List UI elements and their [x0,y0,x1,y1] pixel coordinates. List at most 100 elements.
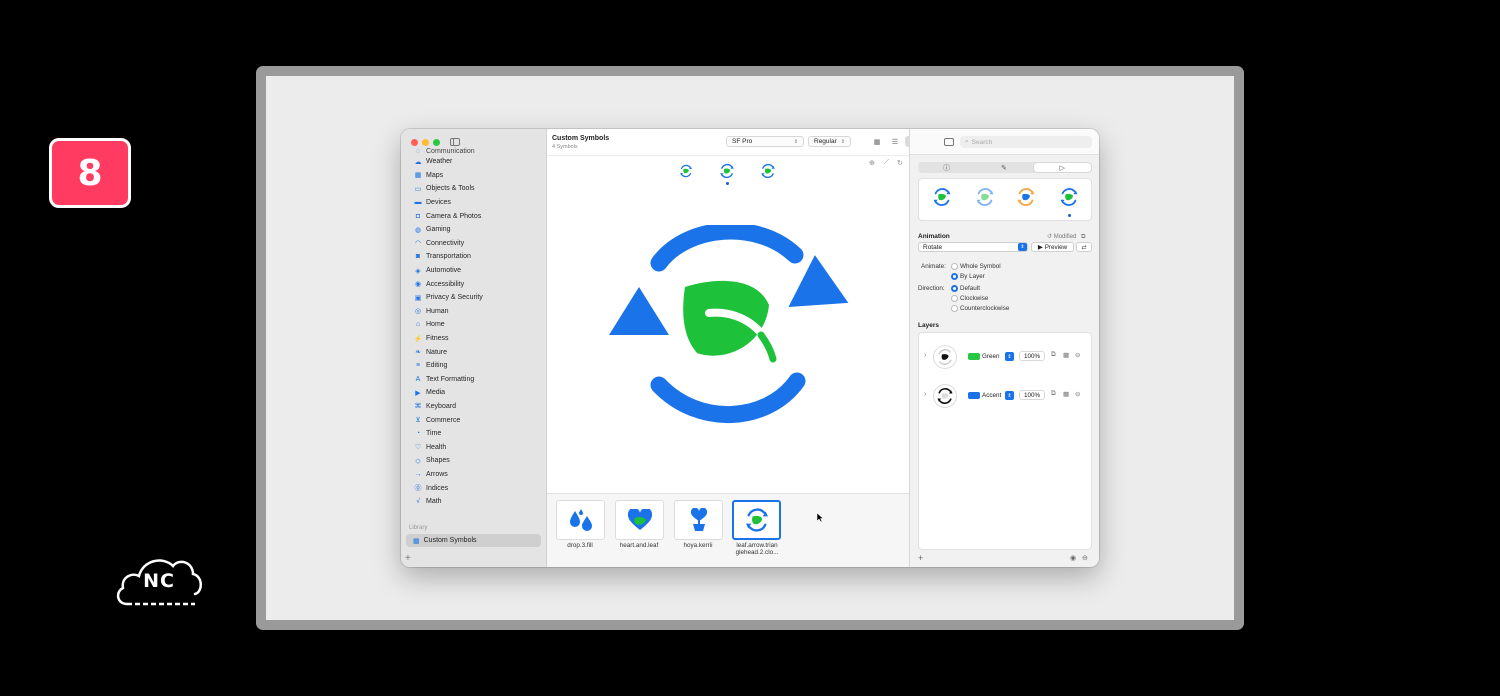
duplicate-icon[interactable]: ⧉ [1051,390,1056,398]
sidebar-item-text-formatting[interactable]: A Text Formatting [401,373,547,387]
top-arc [650,225,804,272]
sidebar-item-math[interactable]: √ Math [401,495,547,509]
radio-default[interactable] [951,285,958,292]
sidebar-item-editing[interactable]: ≡ Editing [401,359,547,373]
sidebar-item-human[interactable]: ◎ Human [401,305,547,319]
step-badge: 8 [49,138,131,208]
sidebar-item-weather[interactable]: ☁ Weather [401,155,547,169]
search-field[interactable]: ⌕ Search [960,136,1092,148]
preview-button[interactable]: ▶ Preview [1031,242,1074,252]
modified-label[interactable]: ↺ Modified ⧉ [1047,233,1085,241]
sidebar-item-keyboard[interactable]: ⌘ Keyboard [401,400,547,414]
sidebar-item-camera-photos[interactable]: ◘ Camera & Photos [401,209,547,223]
symbol-count: 4 Symbols [552,144,578,150]
preview-multicolor-symbol[interactable] [1059,187,1079,207]
radio-by-layer[interactable] [951,273,958,280]
font-select[interactable]: SF Pro ⇕ [726,136,804,147]
layer-mode-icon[interactable]: ▩ [1063,351,1069,359]
inspector-toggle-icon[interactable] [944,138,954,146]
remove-icon[interactable]: ⊖ [1075,390,1080,398]
zoom-window-button[interactable] [433,139,440,146]
tile-leaf-arrow[interactable] [732,500,781,540]
sidebar-item-accessibility[interactable]: ◉ Accessibility [401,277,547,291]
sidebar-item-time[interactable]: ◔ Time [401,427,547,441]
radio-whole-symbol[interactable] [951,263,958,270]
radio-clockwise[interactable] [951,295,958,302]
remove-icon[interactable]: ⊖ [1075,351,1080,359]
layer-opacity-field[interactable]: 100% [1019,390,1045,400]
layer-color-swatch[interactable] [968,353,980,360]
sidebar-item-objects-tools[interactable]: ▭ Objects & Tools [401,182,547,196]
sidebar-item-communication[interactable]: ◌ Communication [401,147,547,155]
tile-label-leaf-arrow-text: leaf.arrow.trian glehead.2.clo... [735,542,779,556]
preview-monochrome-symbol[interactable] [932,187,952,207]
sidebar-item-indices[interactable]: ⓪ Indices [401,481,547,495]
layer-color-swatch[interactable] [968,392,980,399]
tab-info[interactable]: ⓘ [918,162,975,173]
layer-row-accent[interactable]: › Accent ⇕ 100% ⧉ ▩ ⊖ [919,381,1093,411]
close-window-button[interactable] [411,139,418,146]
crosshair-icon[interactable]: ⊕ [869,159,875,167]
sidebar-item-devices[interactable]: ▬ Devices [401,196,547,210]
animation-select[interactable]: Rotate ⇕ [918,242,1028,252]
sidebar-item-health[interactable]: ♡ Health [401,440,547,454]
sidebar-item-connectivity[interactable]: ◠ Connectivity [401,237,547,251]
variant-large-symbol[interactable] [760,163,776,179]
preview-palette-symbol[interactable] [1016,187,1036,207]
repeat-button[interactable]: ⇄ [1076,242,1092,252]
mouse-cursor [817,513,823,522]
remove-layer-icon[interactable]: ⊖ [1082,554,1088,562]
tile-label-drop: drop.3.fill [567,542,593,549]
layer-mode-icon[interactable]: ▩ [1063,390,1069,398]
direction-label: Direction: [918,285,945,292]
sidebar-item-commerce[interactable]: ⊻ Commerce [401,413,547,427]
nc-logo-text: NC [143,570,175,592]
preview-selection-dot [1068,214,1071,217]
sidebar-item-maps[interactable]: ▦ Maps [401,169,547,183]
sidebar-item-media[interactable]: ▶ Media [401,386,547,400]
chevron-updown-icon[interactable]: ⇕ [1005,352,1014,361]
tab-rendering[interactable]: ✎ [975,162,1032,173]
sidebar-item-privacy-security[interactable]: ▣ Privacy & Security [401,291,547,305]
sidebar-item-fitness[interactable]: ⚡ Fitness [401,332,547,346]
list-view-button[interactable]: ☰ [887,136,903,147]
grid-icon: ▦ [413,537,420,545]
sidebar-item-home[interactable]: ⌂ Home [401,318,547,332]
layer-opacity-field[interactable]: 100% [1019,351,1045,361]
add-icon[interactable]: + [405,553,411,564]
sidebar-item-custom-symbols[interactable]: ▦ Custom Symbols [406,534,541,547]
sidebar-item-gaming[interactable]: ◍ Gaming [401,223,547,237]
layer-thumbnail [933,384,957,408]
heart-icon: ♡ [414,444,422,452]
sidebar-item-arrows[interactable]: → Arrows [401,468,547,482]
sidebar-item-automotive[interactable]: ◈ Automotive [401,264,547,278]
chevron-updown-icon[interactable]: ⇕ [1005,391,1014,400]
variant-medium-symbol[interactable] [719,163,735,179]
sidebar-item-transportation[interactable]: ◙ Transportation [401,250,547,264]
symbol-preview-large [609,225,849,423]
leaf-icon: ❧ [415,349,421,357]
eyedropper-icon[interactable]: ⟋ [884,159,889,167]
variant-small-symbol[interactable] [679,164,693,178]
grid-view-button[interactable]: ▦ [869,136,885,147]
chevron-right-icon[interactable]: › [924,391,926,398]
sidebar-item-nature[interactable]: ❧ Nature [401,345,547,359]
add-layer-icon[interactable]: + [918,553,923,563]
radio-counterclockwise[interactable] [951,305,958,312]
tile-drop-3-fill[interactable] [556,500,605,540]
tile-heart-and-leaf[interactable] [615,500,664,540]
stack-icon[interactable]: ◉ [1070,554,1076,562]
tile-hoya-kerrii[interactable] [674,500,723,540]
rotate-icon[interactable]: ↻ [897,159,903,167]
preview-hierarchical-symbol[interactable] [975,187,995,207]
sidebar-item-shapes[interactable]: ◇ Shapes [401,454,547,468]
tab-animation[interactable]: ▷ [1033,163,1091,172]
textformat-icon: A [415,375,421,383]
weight-select[interactable]: Regular ⇕ [808,136,851,147]
layer-row-green[interactable]: › Green ⇕ 100% ⧉ ▩ ⊖ [919,342,1093,372]
sidebar-toggle-icon[interactable] [450,138,460,146]
chevron-right-icon[interactable]: › [924,352,926,359]
duplicate-icon[interactable]: ⧉ [1051,351,1056,359]
leaf-shape [683,280,769,356]
minimize-window-button[interactable] [422,139,429,146]
